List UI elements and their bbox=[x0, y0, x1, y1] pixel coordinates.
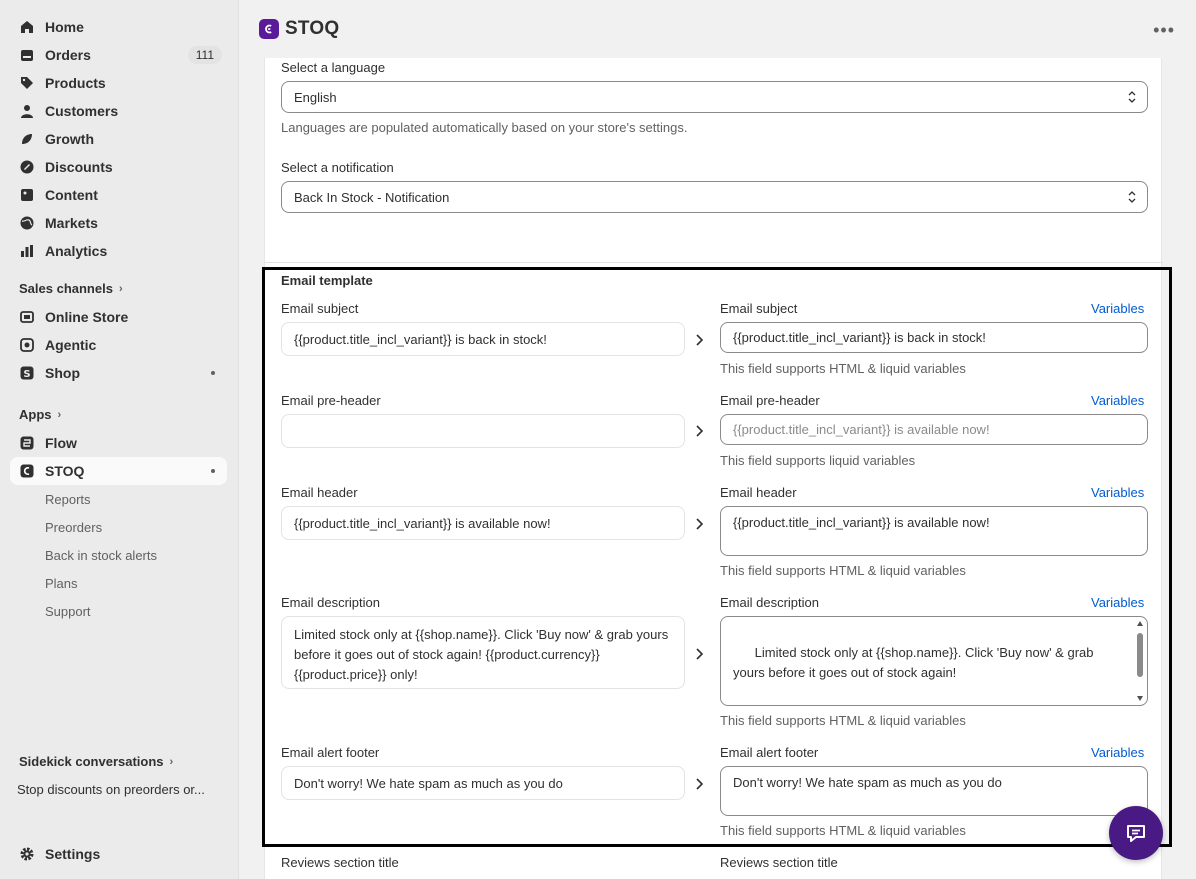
sidebar-item-markets[interactable]: Markets bbox=[10, 209, 227, 237]
chat-support-button[interactable] bbox=[1109, 806, 1163, 860]
app-title: STOQ bbox=[285, 18, 340, 39]
sidebar-item-label: Products bbox=[45, 75, 106, 91]
sidebar-item-discounts[interactable]: Discounts bbox=[10, 153, 227, 181]
orders-count-badge: 111 bbox=[187, 46, 222, 64]
gear-icon bbox=[19, 846, 35, 862]
discount-icon bbox=[19, 159, 35, 175]
sidebar-item-label: Home bbox=[45, 19, 84, 35]
agentic-icon bbox=[19, 337, 35, 353]
tag-icon bbox=[19, 75, 35, 91]
globe-icon bbox=[19, 215, 35, 231]
analytics-icon bbox=[19, 243, 35, 259]
orders-icon bbox=[19, 47, 35, 63]
more-options-icon[interactable]: ••• bbox=[1153, 20, 1175, 41]
flow-icon bbox=[19, 435, 35, 451]
language-label: Select a language bbox=[281, 60, 386, 75]
svg-text:S: S bbox=[23, 369, 30, 380]
sidebar-item-content[interactable]: Content bbox=[10, 181, 227, 209]
notification-select[interactable]: Back In Stock - Notification bbox=[281, 181, 1148, 213]
custom-reviews-title-label: Reviews section title bbox=[720, 855, 838, 870]
notification-label: Select a notification bbox=[281, 160, 394, 175]
sidebar-subitem-support[interactable]: Support bbox=[45, 604, 91, 619]
sidebar-item-growth[interactable]: Growth bbox=[10, 125, 227, 153]
sidebar-item-stoq[interactable]: STOQ bbox=[10, 457, 227, 485]
sidekick-conversation-item[interactable]: Stop discounts on preorders or... bbox=[17, 782, 205, 797]
sidebar-item-label: Orders bbox=[45, 47, 91, 63]
sidebar-item-label: Settings bbox=[45, 846, 101, 862]
sidebar-subitem-reports[interactable]: Reports bbox=[45, 492, 91, 507]
language-select[interactable]: English bbox=[281, 81, 1148, 113]
language-help-text: Languages are populated automatically ba… bbox=[281, 120, 688, 135]
sidebar-item-shop[interactable]: S Shop bbox=[10, 359, 227, 387]
sidebar-item-label: Analytics bbox=[45, 243, 108, 259]
sidekick-conversations-section[interactable]: Sidekick conversations › bbox=[19, 754, 173, 769]
select-chevrons-icon bbox=[1128, 91, 1136, 103]
sidebar: Home Orders 111 Products Customers Growt… bbox=[0, 0, 238, 879]
sidebar-item-label: Content bbox=[45, 187, 98, 203]
sidebar-item-agentic[interactable]: Agentic bbox=[10, 331, 227, 359]
sidebar-item-label: Customers bbox=[45, 103, 119, 119]
sidebar-item-label: Markets bbox=[45, 215, 98, 231]
sidebar-item-label: Growth bbox=[45, 131, 94, 147]
growth-icon bbox=[19, 131, 35, 147]
sidebar-item-label: STOQ bbox=[45, 463, 85, 479]
sidebar-item-label: Online Store bbox=[45, 309, 129, 325]
sidebar-item-products[interactable]: Products bbox=[10, 69, 227, 97]
stoq-icon bbox=[19, 463, 35, 479]
notification-select-value: Back In Stock - Notification bbox=[294, 189, 450, 205]
chevron-right-icon: › bbox=[57, 408, 62, 421]
language-select-value: English bbox=[294, 89, 337, 105]
sidebar-item-online-store[interactable]: Online Store bbox=[10, 303, 227, 331]
sidebar-item-label: Shop bbox=[45, 365, 80, 381]
sales-channels-section[interactable]: Sales channels › bbox=[19, 281, 123, 296]
email-template-highlight-frame bbox=[262, 267, 1172, 847]
shop-icon: S bbox=[19, 365, 35, 381]
sidebar-item-label: Flow bbox=[45, 435, 77, 451]
chevron-right-icon: › bbox=[118, 282, 123, 295]
sidebar-item-label: Agentic bbox=[45, 337, 97, 353]
status-dot bbox=[211, 469, 215, 473]
store-icon bbox=[19, 309, 35, 325]
chat-icon bbox=[1127, 825, 1145, 842]
chevron-right-icon: › bbox=[169, 755, 174, 768]
section-divider bbox=[265, 262, 1163, 263]
status-dot bbox=[211, 371, 215, 375]
home-icon bbox=[19, 19, 35, 35]
apps-section[interactable]: Apps › bbox=[19, 407, 61, 422]
app-header: STOQ ••• bbox=[239, 0, 1196, 58]
content-icon bbox=[19, 187, 35, 203]
select-chevrons-icon bbox=[1128, 191, 1136, 203]
sidebar-subitem-preorders[interactable]: Preorders bbox=[45, 520, 102, 535]
sidebar-item-label: Discounts bbox=[45, 159, 113, 175]
sidebar-subitem-plans[interactable]: Plans bbox=[45, 576, 78, 591]
sidebar-item-settings[interactable]: Settings bbox=[10, 840, 227, 868]
person-icon bbox=[19, 103, 35, 119]
default-reviews-title-label: Reviews section title bbox=[281, 855, 399, 870]
sidebar-item-orders[interactable]: Orders 111 bbox=[10, 41, 227, 69]
stoq-logo-icon bbox=[259, 19, 279, 39]
sidebar-item-customers[interactable]: Customers bbox=[10, 97, 227, 125]
sidebar-item-flow[interactable]: Flow bbox=[10, 429, 227, 457]
sidebar-item-home[interactable]: Home bbox=[10, 13, 227, 41]
sidebar-item-analytics[interactable]: Analytics bbox=[10, 237, 227, 265]
sidebar-subitem-back-in-stock[interactable]: Back in stock alerts bbox=[45, 548, 157, 563]
